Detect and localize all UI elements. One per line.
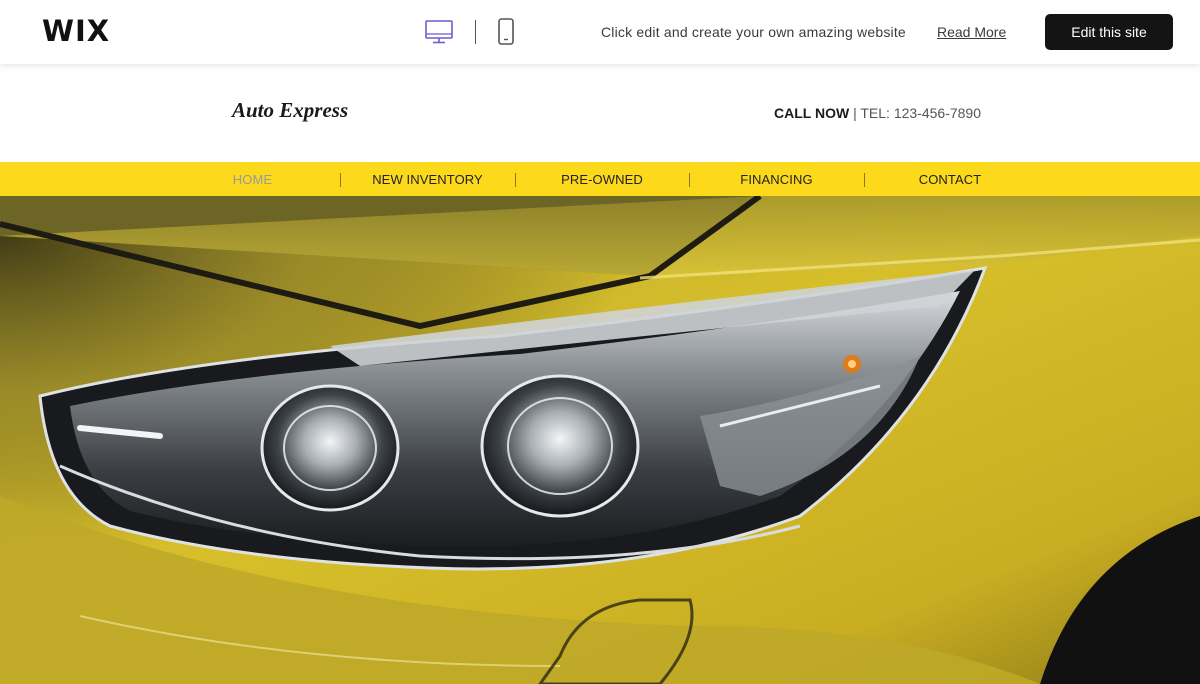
site-header: Auto Express CALL NOW | TEL: 123-456-789… xyxy=(0,64,1200,162)
nav-item-home[interactable]: HOME xyxy=(165,162,340,196)
read-more-link[interactable]: Read More xyxy=(937,23,1006,41)
phone-number: TEL: 123-456-7890 xyxy=(860,105,981,121)
mobile-icon[interactable] xyxy=(496,17,516,47)
car-headlight-illustration xyxy=(0,196,1200,684)
call-now-info: CALL NOW | TEL: 123-456-7890 xyxy=(774,104,981,122)
desktop-icon[interactable] xyxy=(424,18,454,46)
main-nav: HOME NEW INVENTORY PRE-OWNED FINANCING C… xyxy=(0,162,1200,196)
edit-site-button[interactable]: Edit this site xyxy=(1045,14,1173,50)
wix-top-bar: WIX Click edit and create your own amazi… xyxy=(0,0,1200,64)
device-toggle-divider xyxy=(475,20,476,44)
call-now-separator: | xyxy=(853,105,857,121)
wix-logo[interactable]: WIX xyxy=(42,14,110,48)
promo-text: Click edit and create your own amazing w… xyxy=(601,24,906,40)
nav-item-new-inventory[interactable]: NEW INVENTORY xyxy=(340,162,515,196)
call-now-label: CALL NOW xyxy=(774,105,850,121)
nav-item-pre-owned[interactable]: PRE-OWNED xyxy=(515,162,689,196)
site-logo[interactable]: Auto Express xyxy=(232,97,348,123)
hero-image xyxy=(0,196,1200,684)
nav-item-contact[interactable]: CONTACT xyxy=(864,162,1036,196)
nav-item-financing[interactable]: FINANCING xyxy=(689,162,864,196)
